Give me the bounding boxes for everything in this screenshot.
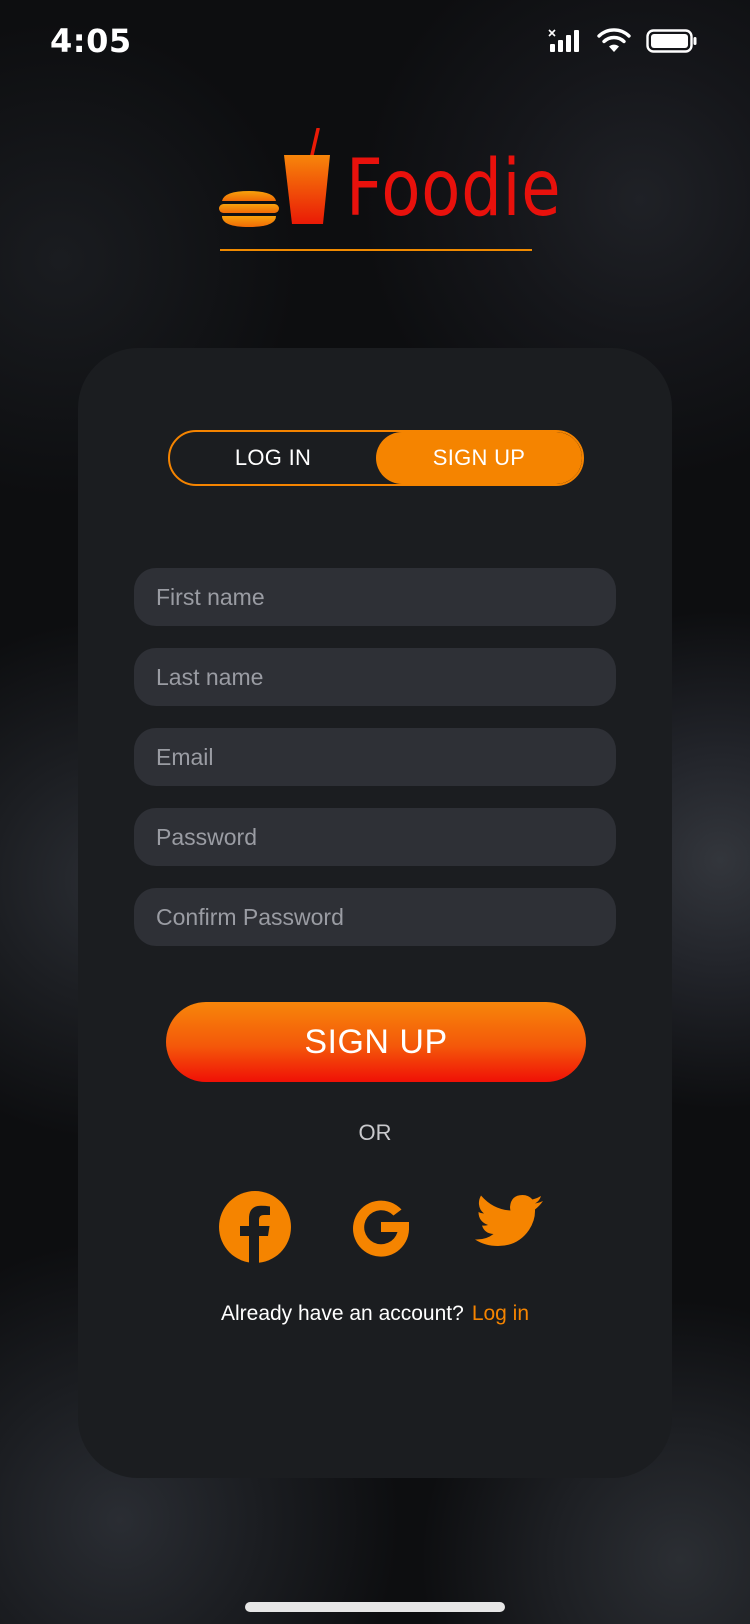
burger-icon — [219, 191, 279, 227]
email-field[interactable]: Email — [134, 728, 616, 786]
wifi-icon — [597, 28, 631, 52]
home-indicator[interactable] — [245, 1602, 505, 1612]
social-login-row — [78, 1190, 672, 1266]
app-logo: Foodie — [218, 128, 561, 256]
status-icons — [548, 28, 698, 54]
login-prompt: Already have an account? Log in — [78, 1302, 672, 1326]
login-prompt-text: Already have an account? — [220, 1302, 464, 1325]
twitter-icon[interactable] — [474, 1194, 544, 1254]
tab-login[interactable]: LOG IN — [170, 432, 376, 484]
logo-text: Foodie — [346, 144, 562, 234]
last-name-field[interactable]: Last name — [134, 648, 616, 706]
status-time: 4:05 — [50, 22, 132, 60]
battery-icon — [646, 29, 697, 53]
google-icon[interactable] — [350, 1196, 412, 1258]
signup-card: LOG IN SIGN UP First name Last name Emai… — [78, 348, 672, 1478]
auth-toggle: LOG IN SIGN UP — [168, 430, 584, 486]
logo-underline — [220, 249, 532, 251]
login-link[interactable]: Log in — [472, 1302, 529, 1325]
signup-button[interactable]: SIGN UP — [166, 1002, 586, 1082]
status-bar: 4:05 — [0, 0, 750, 88]
or-divider: OR — [358, 1120, 392, 1145]
cellular-signal-icon — [548, 29, 579, 52]
tab-signup[interactable]: SIGN UP — [376, 432, 582, 484]
first-name-field[interactable]: First name — [134, 568, 616, 626]
confirm-password-field[interactable]: Confirm Password — [134, 888, 616, 946]
facebook-icon[interactable] — [218, 1190, 292, 1264]
drink-cup-icon — [284, 128, 330, 224]
password-field[interactable]: Password — [134, 808, 616, 866]
